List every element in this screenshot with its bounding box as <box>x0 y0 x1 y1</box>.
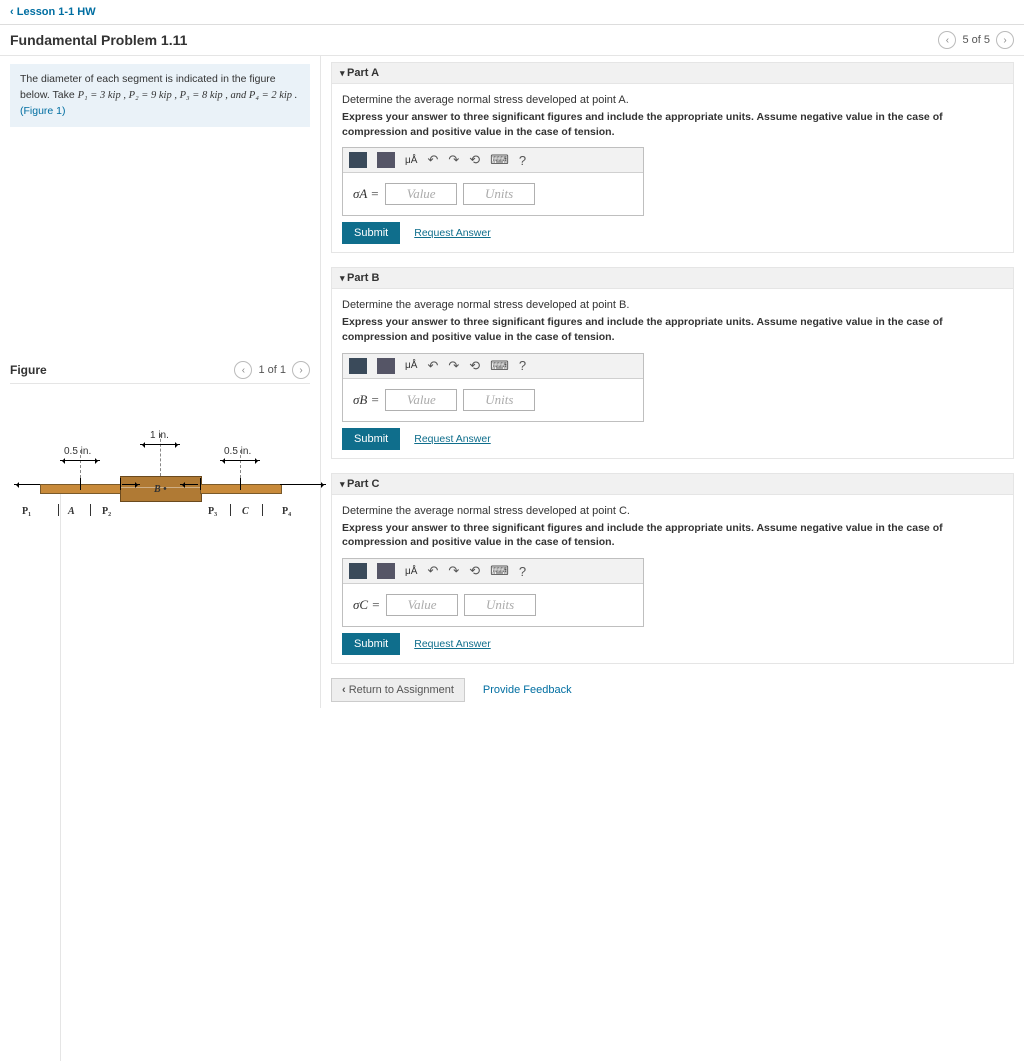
return-to-assignment-button[interactable]: Return to Assignment <box>331 678 465 702</box>
figure-pager: ‹ 1 of 1 › <box>234 361 310 379</box>
part-C-sigma-label: σC = <box>353 597 380 613</box>
reset-icon[interactable]: ⟲ <box>469 152 480 168</box>
part-B-sigma-label: σB = <box>353 392 379 408</box>
undo-icon[interactable]: ↶ <box>427 152 438 168</box>
templates-icon[interactable] <box>349 563 367 579</box>
part-B-units-input[interactable]: Units <box>463 389 535 411</box>
part-C-submit-button[interactable]: Submit <box>342 633 400 655</box>
dim-left: 0.5 in. <box>64 446 91 457</box>
figure-diagram: 0.5 in. 1 in. 0.5 in. B • P₁ <box>10 414 310 534</box>
lbl-P2: P₂ <box>102 506 111 517</box>
reset-icon[interactable]: ⟲ <box>469 563 480 579</box>
page-title: Fundamental Problem 1.11 <box>10 32 187 48</box>
redo-icon[interactable]: ↷ <box>448 563 459 579</box>
pager-next-button[interactable]: › <box>996 31 1014 49</box>
part-C-units-input[interactable]: Units <box>464 594 536 616</box>
part-B-header[interactable]: Part B <box>331 267 1014 289</box>
units-mu-label: μÅ <box>405 155 417 166</box>
lbl-C: C <box>242 506 249 517</box>
undo-icon[interactable]: ↶ <box>427 563 438 579</box>
dim-right: 0.5 in. <box>224 446 251 457</box>
part-C-answer-box: μÅ ↶ ↷ ⟲ ⌨ ? σC = Value Units <box>342 558 644 627</box>
symbols-icon[interactable] <box>377 152 395 168</box>
keyboard-icon[interactable]: ⌨ <box>490 358 509 374</box>
part-A-units-input[interactable]: Units <box>463 183 535 205</box>
part-B-submit-button[interactable]: Submit <box>342 428 400 450</box>
part-A: Part A Determine the average normal stre… <box>331 62 1014 253</box>
symbols-icon[interactable] <box>377 563 395 579</box>
part-A-answer-box: μÅ ↶ ↷ ⟲ ⌨ ? σA = Value Units <box>342 147 644 216</box>
part-A-header[interactable]: Part A <box>331 62 1014 84</box>
part-C-value-input[interactable]: Value <box>386 594 458 616</box>
lbl-P4: P₄ <box>282 506 291 517</box>
undo-icon[interactable]: ↶ <box>427 358 438 374</box>
part-C: Part C Determine the average normal stre… <box>331 473 1014 664</box>
help-icon[interactable]: ? <box>519 564 526 579</box>
part-B-prompt: Determine the average normal stress deve… <box>342 299 1003 311</box>
dim-mid: 1 in. <box>150 430 169 441</box>
lbl-P1: P₁ <box>22 506 31 517</box>
figure-pager-text: 1 of 1 <box>258 364 286 376</box>
part-B-request-answer-link[interactable]: Request Answer <box>414 433 490 445</box>
figure-prev-button[interactable]: ‹ <box>234 361 252 379</box>
redo-icon[interactable]: ↷ <box>448 358 459 374</box>
lbl-Bdot: B • <box>154 484 167 495</box>
keyboard-icon[interactable]: ⌨ <box>490 152 509 168</box>
part-A-request-answer-link[interactable]: Request Answer <box>414 227 490 239</box>
symbols-icon[interactable] <box>377 358 395 374</box>
part-C-header[interactable]: Part C <box>331 473 1014 495</box>
pager-prev-button[interactable]: ‹ <box>938 31 956 49</box>
part-B-answer-box: μÅ ↶ ↷ ⟲ ⌨ ? σB = Value Units <box>342 353 644 422</box>
redo-icon[interactable]: ↷ <box>448 152 459 168</box>
part-A-sigma-label: σA = <box>353 186 379 202</box>
part-A-prompt: Determine the average normal stress deve… <box>342 94 1003 106</box>
part-B: Part B Determine the average normal stre… <box>331 267 1014 458</box>
lbl-P3: P₃ <box>208 506 217 517</box>
part-B-value-input[interactable]: Value <box>385 389 457 411</box>
pager-text: 5 of 5 <box>962 34 990 46</box>
figure-link[interactable]: (Figure 1) <box>20 105 66 117</box>
problem-statement: The diameter of each segment is indicate… <box>10 64 310 127</box>
units-mu-label: μÅ <box>405 566 417 577</box>
part-A-value-input[interactable]: Value <box>385 183 457 205</box>
reset-icon[interactable]: ⟲ <box>469 358 480 374</box>
part-A-submit-button[interactable]: Submit <box>342 222 400 244</box>
help-icon[interactable]: ? <box>519 153 526 168</box>
provide-feedback-link[interactable]: Provide Feedback <box>483 684 572 696</box>
templates-icon[interactable] <box>349 358 367 374</box>
back-link[interactable]: Lesson 1-1 HW <box>10 6 96 18</box>
templates-icon[interactable] <box>349 152 367 168</box>
part-C-prompt: Determine the average normal stress deve… <box>342 505 1003 517</box>
figure-next-button[interactable]: › <box>292 361 310 379</box>
help-icon[interactable]: ? <box>519 358 526 373</box>
problem-equation: P₁ = 3 kip , P₂ = 9 kip , P₃ = 8 kip , a… <box>78 90 298 101</box>
units-mu-label: μÅ <box>405 360 417 371</box>
part-C-instruction: Express your answer to three significant… <box>342 521 1003 550</box>
figure-heading: Figure <box>10 363 47 377</box>
part-B-instruction: Express your answer to three significant… <box>342 315 1003 344</box>
keyboard-icon[interactable]: ⌨ <box>490 563 509 579</box>
lbl-A: A <box>68 506 75 517</box>
part-A-instruction: Express your answer to three significant… <box>342 110 1003 139</box>
item-pager: ‹ 5 of 5 › <box>938 31 1014 49</box>
